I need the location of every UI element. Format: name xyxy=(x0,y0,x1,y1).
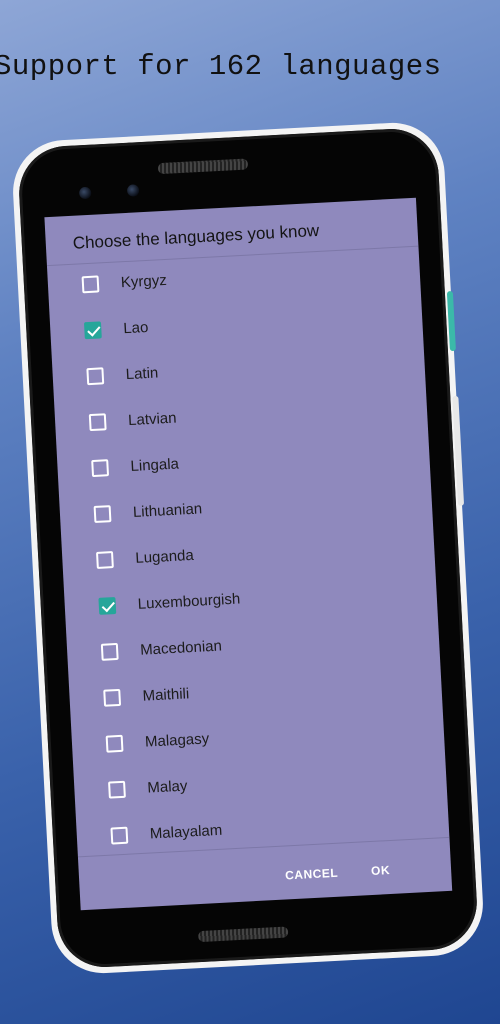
item-label: Luganda xyxy=(134,546,195,567)
checkbox[interactable] xyxy=(100,642,119,661)
item-label: Lingala xyxy=(130,455,180,475)
ok-button[interactable]: OK xyxy=(371,863,391,878)
item-label: Lao xyxy=(122,318,149,337)
item-label: Malayalam xyxy=(149,821,223,843)
dialog-title: Choose the languages you know xyxy=(72,220,320,253)
checkbox-checked[interactable] xyxy=(98,596,117,615)
front-camera-icon xyxy=(78,186,92,200)
checkbox[interactable] xyxy=(93,504,112,523)
item-label: Malay xyxy=(146,777,188,797)
phone-mockup: Choose the languages you know Kyrgyz Lao… xyxy=(10,120,486,976)
earpiece-speaker xyxy=(157,158,249,175)
item-label: Latin xyxy=(125,363,159,383)
checkbox[interactable] xyxy=(81,274,100,293)
checkbox[interactable] xyxy=(86,366,105,385)
checkbox[interactable] xyxy=(91,458,110,477)
language-list[interactable]: Kyrgyz Lao Latin Latvian Lingala Lithuan… xyxy=(47,256,418,845)
checkbox-checked[interactable] xyxy=(83,320,102,339)
item-label: Malagasy xyxy=(144,729,210,751)
checkbox[interactable] xyxy=(108,780,126,799)
headline: Support for 162 languages xyxy=(0,50,442,83)
checkbox[interactable] xyxy=(88,412,107,431)
cancel-button[interactable]: CANCEL xyxy=(285,866,339,883)
front-sensor-icon xyxy=(126,184,140,197)
item-label: Kyrgyz xyxy=(120,271,168,291)
bottom-speaker xyxy=(197,926,289,943)
item-label: Latvian xyxy=(127,409,177,429)
item-label: Macedonian xyxy=(139,637,223,659)
language-dialog: Choose the languages you know Kyrgyz Lao… xyxy=(44,197,453,911)
item-label: Luxembourgish xyxy=(137,589,241,613)
checkbox[interactable] xyxy=(105,734,124,753)
checkbox[interactable] xyxy=(95,550,114,569)
phone-body: Choose the languages you know Kyrgyz Lao… xyxy=(16,126,480,970)
checkbox[interactable] xyxy=(110,826,129,845)
item-label: Lithuanian xyxy=(132,499,203,521)
checkbox[interactable] xyxy=(103,688,122,707)
item-label: Maithili xyxy=(142,684,190,705)
